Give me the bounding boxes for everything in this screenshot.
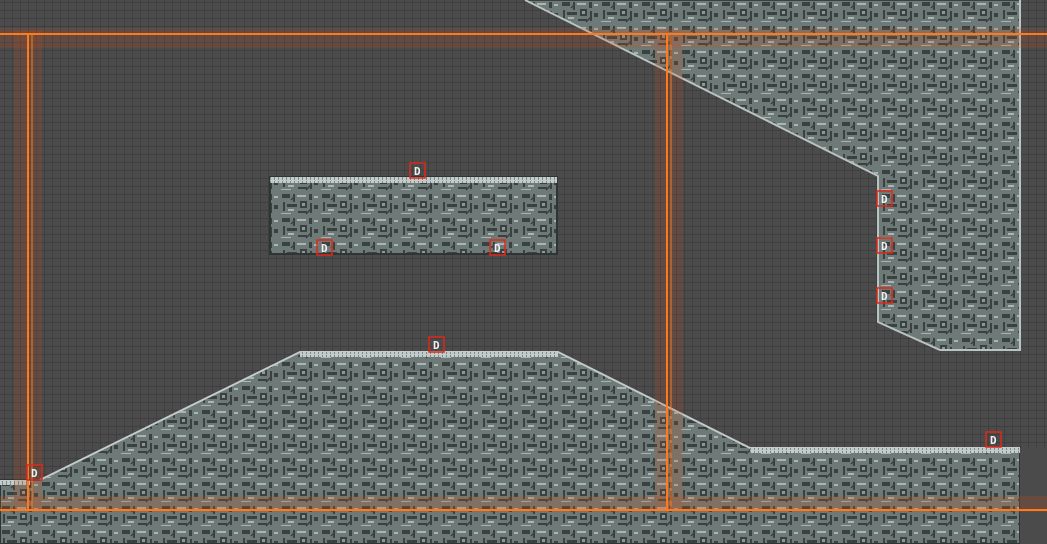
marker-label: D: [321, 242, 328, 255]
marker-label: D: [494, 242, 501, 255]
marker-label: D: [881, 193, 888, 206]
level-editor-canvas[interactable]: D D D D D D D D D: [0, 0, 1047, 544]
door-marker-icon[interactable]: D: [985, 431, 1002, 448]
door-marker-icon[interactable]: D: [409, 162, 426, 179]
marker-label: D: [433, 339, 440, 352]
marker-label: D: [881, 290, 888, 303]
marker-label: D: [414, 165, 421, 178]
floating-platform[interactable]: [269, 176, 558, 255]
marker-label: D: [881, 240, 888, 253]
marker-label: D: [31, 467, 38, 480]
level-scene[interactable]: D D D D D D D D D: [0, 0, 1047, 544]
marker-label: D: [990, 434, 997, 447]
door-marker-icon[interactable]: D: [428, 336, 445, 353]
ground-terrain[interactable]: [0, 351, 1021, 544]
upper-right-terrain[interactable]: [524, 0, 1021, 351]
